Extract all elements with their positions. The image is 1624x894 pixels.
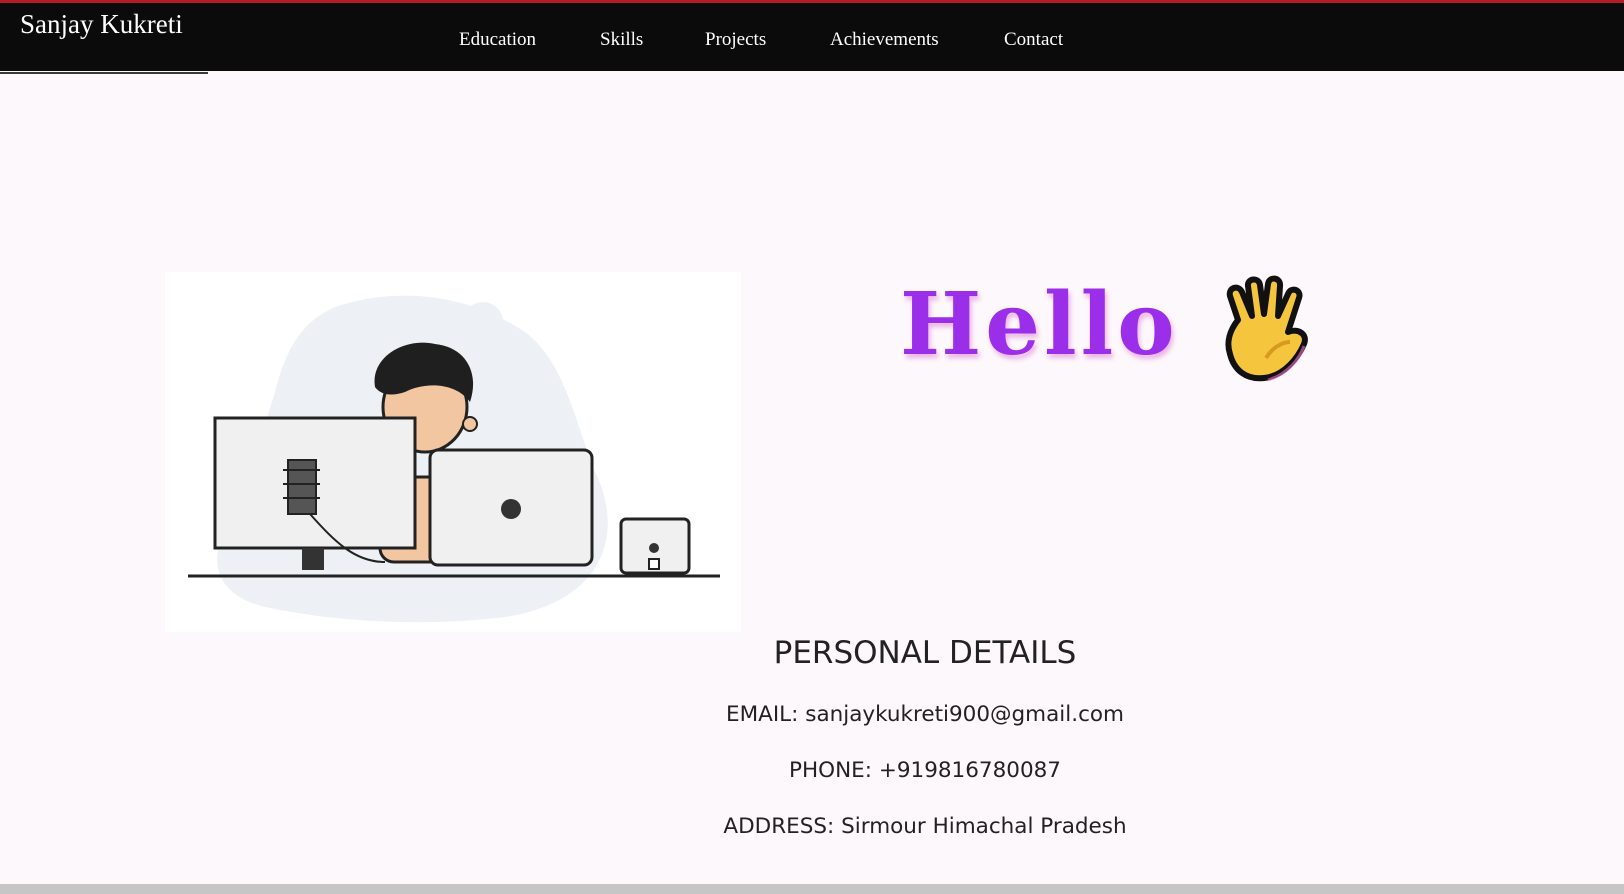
phone-detail: PHONE: +919816780087 xyxy=(789,758,1061,783)
nav-link-contact[interactable]: Contact xyxy=(1004,27,1063,53)
nav-link-achievements[interactable]: Achievements xyxy=(830,27,939,53)
horizontal-scrollbar[interactable] xyxy=(0,884,1624,894)
developer-at-desk-illustration xyxy=(188,295,720,623)
hello-greeting: Hello xyxy=(900,274,1179,375)
waving-hand-icon xyxy=(1208,272,1320,388)
brand-name[interactable]: Sanjay Kukreti xyxy=(20,6,183,42)
nav-link-projects[interactable]: Projects xyxy=(705,27,766,53)
address-detail: ADDRESS: Sirmour Himachal Pradesh xyxy=(723,814,1127,839)
email-detail: EMAIL: sanjaykukreti900@gmail.com xyxy=(726,702,1124,727)
brand-underline xyxy=(0,72,208,74)
top-navbar: Sanjay Kukreti Education Skills Projects… xyxy=(0,0,1624,74)
developer-illustration xyxy=(165,272,741,632)
nav-link-education[interactable]: Education xyxy=(459,27,536,53)
personal-details-title: PERSONAL DETAILS xyxy=(773,635,1077,671)
nav-link-skills[interactable]: Skills xyxy=(600,27,643,53)
